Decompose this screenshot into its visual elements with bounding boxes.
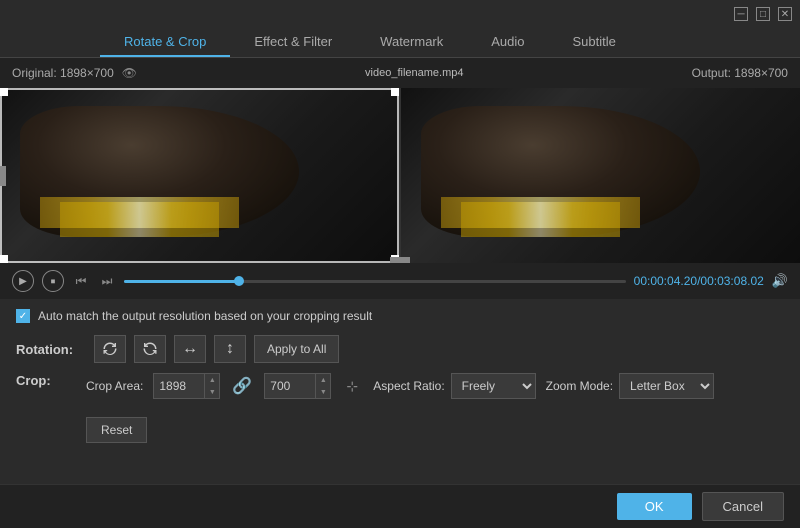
link-icon[interactable]: 🔗 — [232, 376, 252, 396]
preview-left — [0, 88, 399, 263]
crop-height-up[interactable]: ▲ — [316, 374, 330, 386]
tab-effect-filter[interactable]: Effect & Filter — [230, 28, 356, 57]
total-time: 00:03:08.02 — [700, 274, 763, 288]
close-button[interactable]: ✕ — [778, 7, 792, 21]
ok-button[interactable]: OK — [617, 493, 692, 520]
reset-button[interactable]: Reset — [86, 417, 147, 443]
crop-height-input-wrap: ▲ ▼ — [264, 373, 331, 399]
flip-horizontal-button[interactable]: ↔ — [174, 335, 206, 363]
zoom-mode-group: Zoom Mode: Letter Box Pan & Scan Full — [546, 373, 714, 399]
aspect-ratio-label: Aspect Ratio: — [373, 379, 444, 393]
crop-width-input-wrap: ▲ ▼ — [153, 373, 220, 399]
progress-fill — [124, 280, 239, 283]
cancel-button[interactable]: Cancel — [702, 492, 784, 521]
tab-bar: Rotate & Crop Effect & Filter Watermark … — [0, 28, 800, 58]
playback-bar: ▶ ⏹ ⏮ ⏭ 00:00:04.20/00:03:08.02 🔊 — [0, 263, 800, 299]
crop-row: Crop Area: ▲ ▼ 🔗 ▲ ▼ ⊹ — [86, 373, 714, 399]
tab-audio[interactable]: Audio — [467, 28, 548, 57]
aspect-ratio-select[interactable]: Freely 16:9 4:3 1:1 9:16 — [451, 373, 536, 399]
play-button[interactable]: ▶ — [12, 270, 34, 292]
output-resolution: Output: 1898×700 — [692, 66, 788, 80]
controls-section: Auto match the output resolution based o… — [0, 299, 800, 453]
crop-height-spinners: ▲ ▼ — [315, 373, 331, 399]
rotate-left-button[interactable] — [94, 335, 126, 363]
flip-vertical-button[interactable]: ↕ — [214, 335, 246, 363]
maximize-button[interactable]: □ — [756, 7, 770, 21]
bottom-bar: OK Cancel — [0, 484, 800, 528]
stop-button[interactable]: ⏹ — [42, 270, 64, 292]
crop-width-down[interactable]: ▼ — [205, 386, 219, 398]
info-bar: Original: 1898×700 👁 video_filename.mp4 … — [0, 58, 800, 88]
progress-thumb[interactable] — [234, 276, 244, 286]
center-icon[interactable]: ⊹ — [341, 375, 363, 397]
aspect-ratio-group: Aspect Ratio: Freely 16:9 4:3 1:1 9:16 — [373, 373, 535, 399]
crop-height-down[interactable]: ▼ — [316, 386, 330, 398]
prev-frame-button[interactable]: ⏮ — [72, 272, 90, 290]
current-time: 00:00:04.20 — [634, 274, 697, 288]
apply-to-all-button[interactable]: Apply to All — [254, 335, 339, 363]
original-resolution: Original: 1898×700 — [12, 66, 114, 80]
auto-match-row: Auto match the output resolution based o… — [16, 309, 784, 323]
preview-area — [0, 88, 800, 263]
video-frame-right — [401, 88, 800, 263]
tab-subtitle[interactable]: Subtitle — [549, 28, 640, 57]
auto-match-checkbox[interactable] — [16, 309, 30, 323]
auto-match-label: Auto match the output resolution based o… — [38, 309, 372, 323]
crop-width-input[interactable] — [153, 373, 205, 399]
time-display: 00:00:04.20/00:03:08.02 — [634, 274, 764, 288]
reset-row: Reset — [86, 417, 714, 443]
crop-width-up[interactable]: ▲ — [205, 374, 219, 386]
zoom-mode-label: Zoom Mode: — [546, 379, 613, 393]
video-frame-left — [0, 88, 399, 263]
crop-height-input[interactable] — [264, 373, 316, 399]
zoom-mode-select[interactable]: Letter Box Pan & Scan Full — [619, 373, 714, 399]
crop-section: Crop: Crop Area: ▲ ▼ 🔗 ▲ ▼ — [16, 373, 784, 443]
tab-rotate-crop[interactable]: Rotate & Crop — [100, 28, 230, 57]
next-frame-button[interactable]: ⏭ — [98, 272, 116, 290]
title-bar: ─ □ ✕ — [0, 0, 800, 28]
rotate-right-button[interactable] — [134, 335, 166, 363]
crop-area-label: Crop Area: — [86, 379, 143, 393]
crop-width-spinners: ▲ ▼ — [204, 373, 220, 399]
preview-right — [401, 88, 800, 263]
volume-icon[interactable]: 🔊 — [772, 273, 788, 289]
minimize-button[interactable]: ─ — [734, 7, 748, 21]
rotation-label: Rotation: — [16, 342, 86, 357]
tab-watermark[interactable]: Watermark — [356, 28, 467, 57]
rotation-row: Rotation: ↔ ↕ Apply to All — [16, 335, 784, 363]
filename: video_filename.mp4 — [365, 67, 463, 79]
crop-label: Crop: — [16, 373, 86, 388]
eye-icon[interactable]: 👁 — [122, 66, 137, 80]
progress-track[interactable] — [124, 280, 626, 283]
